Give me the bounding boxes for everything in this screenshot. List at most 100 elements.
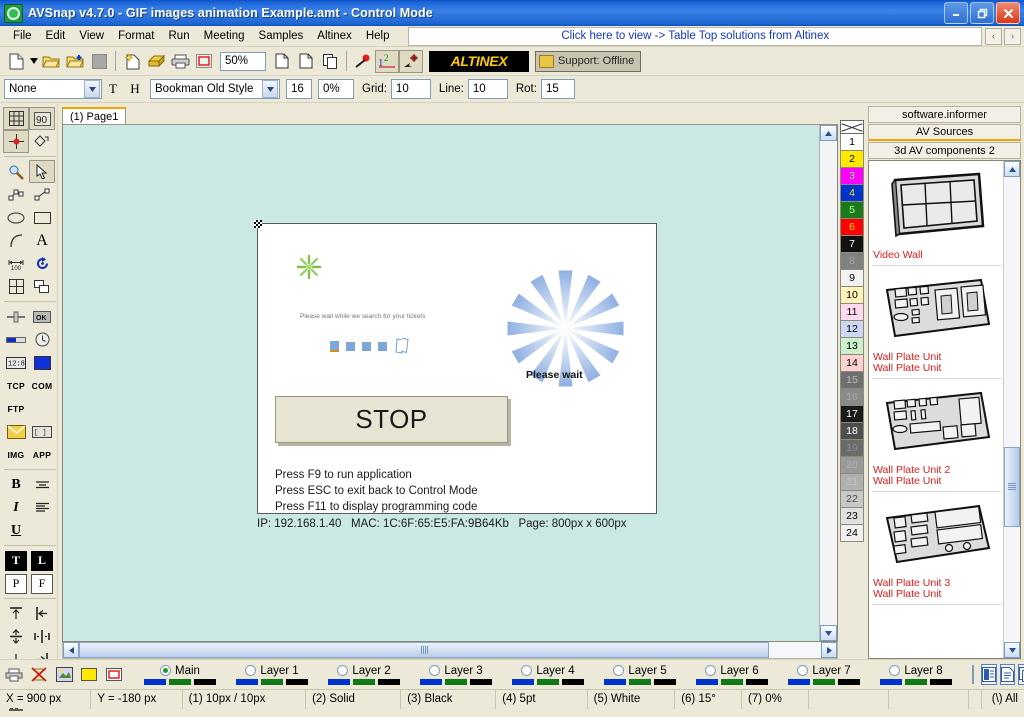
maximize-button[interactable] [970,2,994,24]
color-swatch-7[interactable]: 7 [840,236,864,253]
print-preview-icon[interactable] [192,50,216,73]
layer-radio[interactable] [429,665,441,676]
open-folder-add-icon[interactable] [63,50,87,73]
color-swatch-17[interactable]: 17 [840,406,864,423]
selection-handle[interactable] [254,220,262,228]
canvas-horizontal-scrollbar[interactable] [62,642,838,659]
italic-button[interactable]: I [3,496,29,519]
menu-item-help[interactable]: Help [359,28,397,44]
yellow-fill-icon[interactable] [79,666,99,684]
software-informer-header[interactable]: software.informer [868,106,1021,123]
color-swatch-9[interactable]: 9 [840,270,864,287]
layer-color-bars[interactable] [788,678,860,685]
line-node-icon[interactable] [29,183,55,206]
ftp-label[interactable]: FTP [3,397,29,420]
polyline-node-icon[interactable] [3,183,29,206]
layer-radio[interactable] [337,665,349,676]
horizontal-scroll-thumb[interactable] [79,642,769,658]
layer-radio[interactable] [245,665,257,676]
layer-radio[interactable] [889,665,901,676]
layer-option-layer-2[interactable]: Layer 2 [318,665,410,685]
color-swatch-15[interactable]: 15 [840,372,864,389]
zoom-magnifier-icon[interactable] [3,160,29,183]
text-tool-icon[interactable]: A [29,229,55,252]
list-item[interactable]: Wall Plate Unit Wall Plate Unit [872,266,1001,379]
anchor-p-button[interactable]: P [3,572,29,595]
snap-point-icon[interactable] [399,49,423,73]
color-swatch-21[interactable]: 21 [840,474,864,491]
color-swatch-icon[interactable] [29,351,55,374]
layer-option-main[interactable]: Main [134,665,226,685]
layer-color-bars[interactable] [328,678,400,685]
align-strike-icon[interactable] [29,473,55,496]
stop-button[interactable]: STOP [275,396,508,443]
none-color-swatch[interactable] [840,120,864,134]
layer-option-layer-6[interactable]: Layer 6 [686,665,778,685]
zoom-level-input[interactable]: 50% [220,51,266,71]
page-tab-1[interactable]: (1) Page1 [62,107,127,124]
layer-radio[interactable] [705,665,717,676]
layer-option-layer-8[interactable]: Layer 8 [870,665,962,685]
anchor-left-button[interactable]: L [29,549,55,572]
color-swatch-13[interactable]: 13 [840,338,864,355]
rotate-tool-icon[interactable] [29,252,55,275]
design-canvas[interactable]: Please wait while we search for your tic… [63,125,819,641]
copy-page-icon[interactable] [270,50,294,73]
tcp-label[interactable]: TCP [3,374,29,397]
bold-button[interactable]: B [3,473,29,496]
rot-input[interactable]: 15 [540,79,575,99]
new-page-icon[interactable] [120,50,144,73]
red-outline-icon[interactable] [104,666,124,684]
com-label[interactable]: COM [29,374,55,397]
save-icon[interactable] [144,50,168,73]
no-export-icon[interactable] [29,666,49,684]
chevron-down-icon[interactable] [84,80,100,98]
color-swatch-3[interactable]: 3 [840,168,864,185]
scroll-up-button[interactable] [820,125,837,141]
duplicate-page-icon[interactable] [318,50,342,73]
color-swatch-10[interactable]: 10 [840,287,864,304]
anchor-f-button[interactable]: F [29,572,55,595]
layer-color-bars[interactable] [420,678,492,685]
progress-bar-icon[interactable] [3,328,29,351]
layer-radio[interactable] [160,665,172,676]
color-swatch-20[interactable]: 20 [840,457,864,474]
support-status-button[interactable]: Support: Offline [535,50,642,72]
color-swatch-12[interactable]: 12 [840,321,864,338]
scroll-right-button[interactable] [821,642,837,658]
altinex-logo[interactable]: ALTINEX [429,50,529,72]
font-family-select[interactable]: Bookman Old Style [150,79,280,99]
horizontal-scroll-track[interactable] [769,642,821,658]
menu-item-altinex[interactable]: Altinex [310,28,359,44]
color-swatch-8[interactable]: 8 [840,253,864,270]
clock-icon[interactable] [29,328,55,351]
anchor-top-button[interactable]: T [3,549,29,572]
dropdown-arrow-icon[interactable] [28,50,39,73]
menu-item-file[interactable]: File [6,28,39,44]
av-sources-header[interactable]: AV Sources [868,124,1021,141]
digital-display-icon[interactable]: 12:88 [3,351,29,374]
text-tool-button[interactable]: T [102,79,124,99]
pointer-arrow-icon[interactable] [29,160,55,183]
table-icon[interactable] [3,275,29,298]
email-icon[interactable] [3,420,29,443]
color-swatch-2[interactable]: 2 [840,151,864,168]
gray-square-icon[interactable] [87,50,111,73]
print-layer-icon[interactable] [4,666,24,684]
menu-item-edit[interactable]: Edit [39,28,73,44]
align-left-icon[interactable] [29,496,55,519]
font-chevron-down-icon[interactable] [262,80,278,98]
paste-page-icon[interactable] [294,50,318,73]
grid-icon[interactable] [3,107,29,130]
align-left-edge-icon[interactable] [29,602,55,625]
menu-item-meeting[interactable]: Meeting [197,28,252,44]
library-scrollbar[interactable] [1003,161,1020,658]
rectangle-icon[interactable] [29,206,55,229]
category-header[interactable]: 3d AV components 2 [868,142,1021,159]
color-swatch-11[interactable]: 11 [840,304,864,321]
promo-prev-button[interactable]: ‹ [985,27,1002,45]
menu-item-view[interactable]: View [72,28,111,44]
color-swatch-22[interactable]: 22 [840,491,864,508]
page-properties-icon[interactable] [1000,664,1015,685]
layer-option-layer-7[interactable]: Layer 7 [778,665,870,685]
